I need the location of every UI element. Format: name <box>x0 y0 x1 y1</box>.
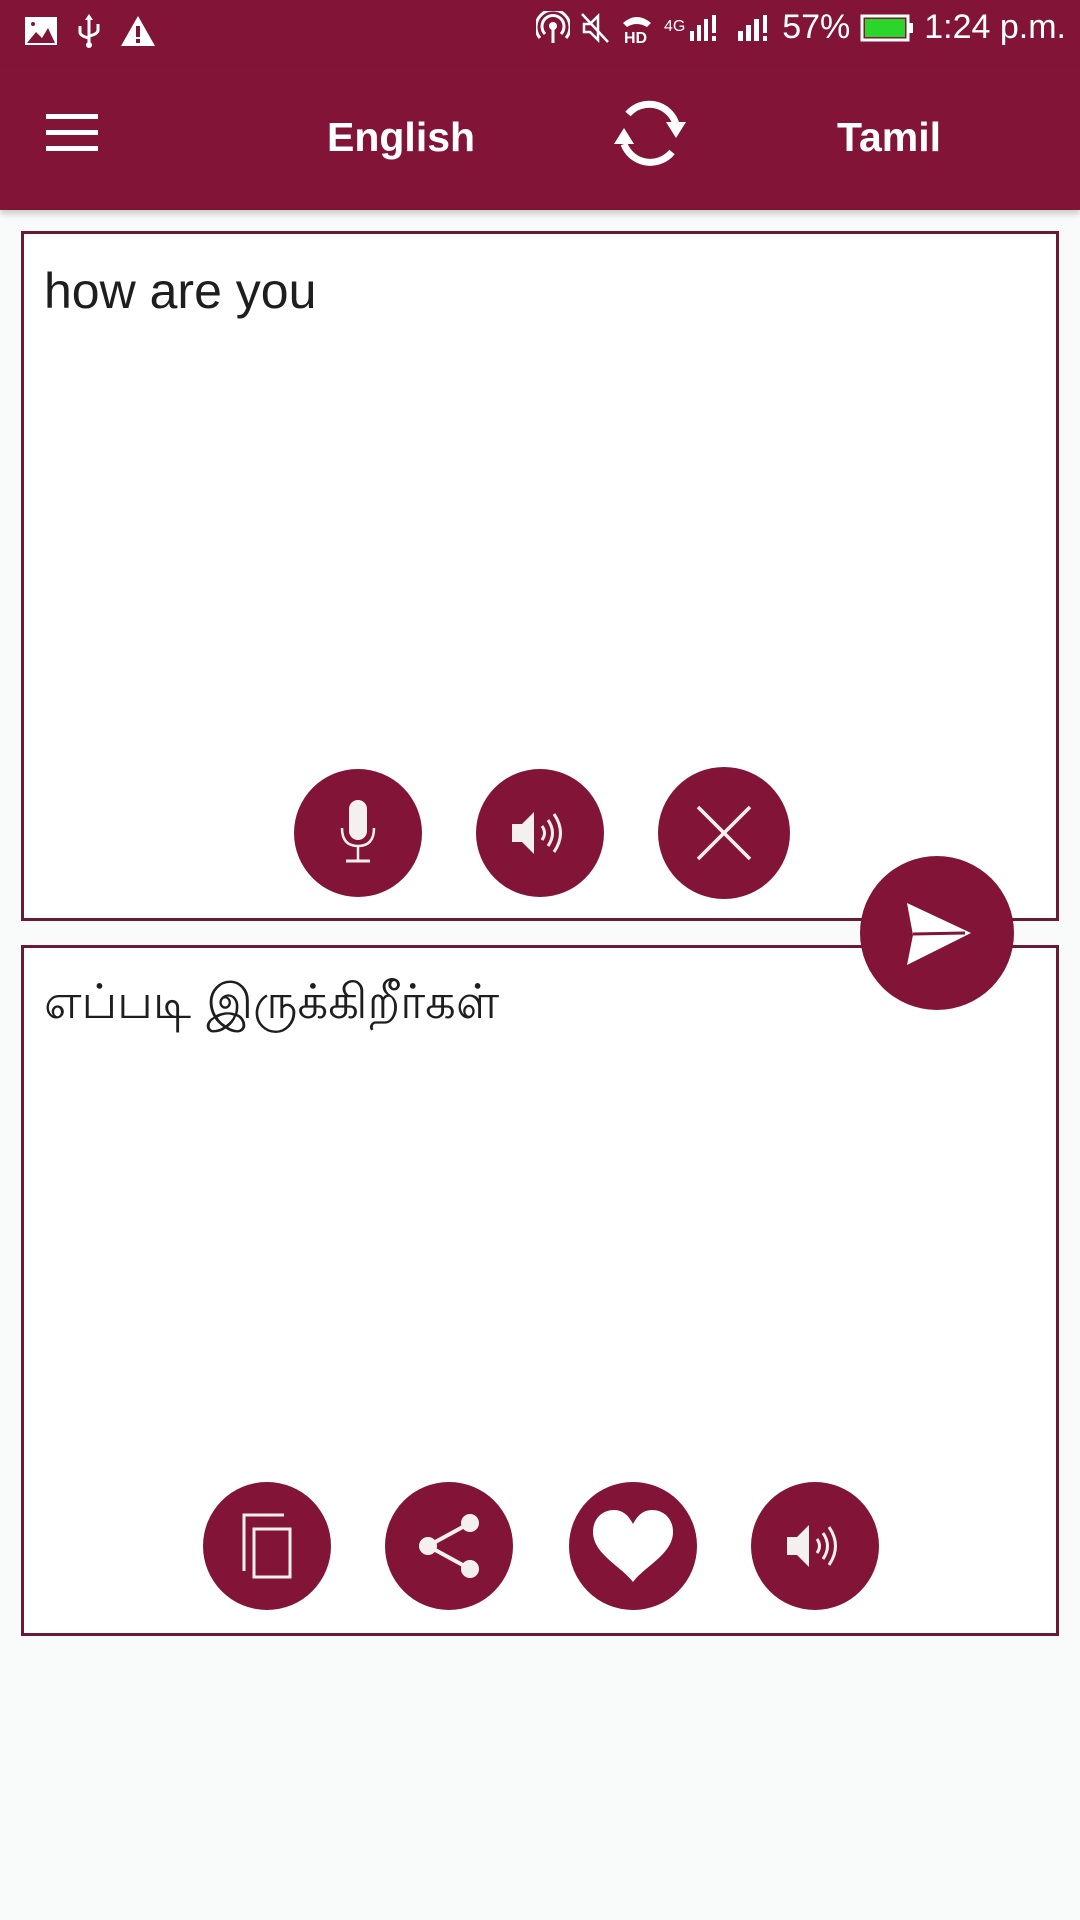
microphone-icon <box>340 800 376 863</box>
source-text-box[interactable]: how are you <box>21 231 1059 921</box>
send-icon <box>907 903 971 965</box>
translate-button[interactable] <box>860 856 1014 1010</box>
mute-icon <box>581 12 610 43</box>
swap-languages-button[interactable] <box>602 92 698 176</box>
battery-icon <box>860 14 914 41</box>
battery-percent: 57% <box>782 8 851 46</box>
speak-translation-button[interactable] <box>751 1482 879 1610</box>
app-bar: English Tamil <box>0 66 1080 210</box>
heart-icon <box>593 1510 673 1582</box>
speaker-icon <box>787 1525 837 1567</box>
hotspot-icon <box>536 10 571 43</box>
4g-signal-icon: 4G <box>664 14 717 41</box>
swap-icon <box>614 100 686 166</box>
warning-icon <box>121 16 155 46</box>
close-icon <box>696 805 752 861</box>
image-icon <box>25 17 57 45</box>
target-language-selector[interactable]: Tamil <box>837 114 941 161</box>
clear-button[interactable] <box>658 767 790 899</box>
translation-text: எப்படி இருக்கிறீர்கள் <box>44 974 500 1030</box>
share-button[interactable] <box>385 1482 513 1610</box>
svg-text:4G: 4G <box>664 18 685 35</box>
svg-text:HD: HD <box>624 30 647 45</box>
microphone-button[interactable] <box>294 769 422 897</box>
hd-call-icon: HD <box>623 16 652 45</box>
status-bar: HD 4G 57% 1:24 p.m. <box>0 0 1080 66</box>
copy-button[interactable] <box>203 1482 331 1610</box>
usb-icon <box>78 14 100 48</box>
speak-source-button[interactable] <box>476 769 604 897</box>
favorite-button[interactable] <box>569 1482 697 1610</box>
source-language-selector[interactable]: English <box>327 114 475 161</box>
source-text-input[interactable]: how are you <box>44 262 316 320</box>
signal-icon <box>738 14 768 41</box>
menu-button[interactable] <box>46 114 98 154</box>
speaker-icon <box>512 812 562 854</box>
clock: 1:24 p.m. <box>924 8 1066 46</box>
hamburger-icon <box>46 114 98 119</box>
translation-text-box: எப்படி இருக்கிறீர்கள் <box>21 945 1059 1636</box>
copy-icon <box>242 1513 292 1579</box>
share-icon <box>419 1514 479 1578</box>
